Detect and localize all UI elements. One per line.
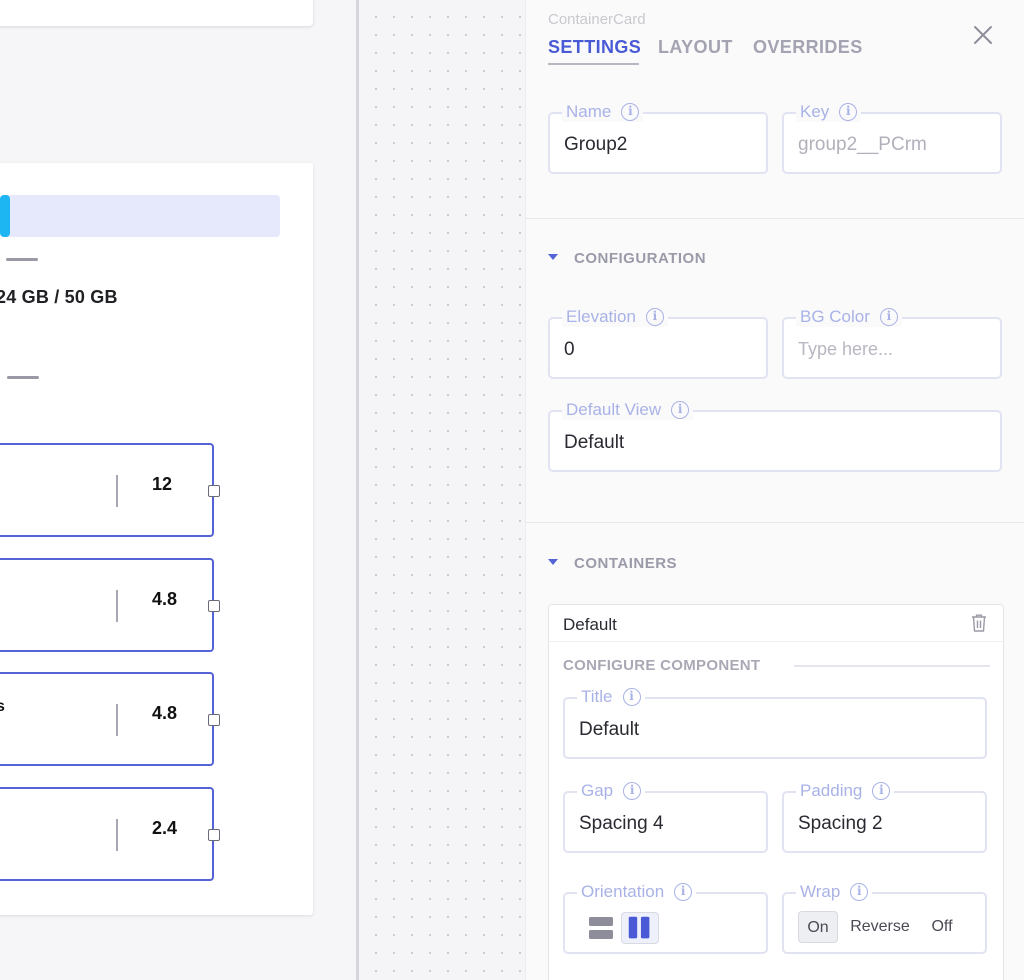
trash-icon[interactable]: [970, 613, 988, 633]
section-divider: [526, 218, 1024, 219]
placeholder-dash: [7, 376, 39, 379]
info-icon[interactable]: i: [872, 782, 891, 800]
row-divider: [116, 704, 118, 736]
resize-handle-icon[interactable]: [208, 600, 220, 612]
info-icon[interactable]: i: [879, 308, 898, 326]
default-view-field-label: Default View i: [562, 400, 694, 420]
configuration-section-header[interactable]: CONFIGURATION: [548, 250, 706, 267]
info-icon[interactable]: i: [839, 103, 858, 121]
storage-progress-bar: [0, 195, 280, 237]
row-value: 12: [152, 474, 173, 494]
wrap-field-label: Wrap i: [796, 882, 873, 902]
info-icon[interactable]: i: [622, 688, 641, 706]
container-header-divider: [549, 641, 1003, 642]
default-view-field[interactable]: Default View i Default: [548, 400, 1002, 472]
name-field-value: Group2: [564, 134, 628, 155]
container-item-title: Default: [563, 615, 617, 634]
key-field-value: group2__PCrm: [798, 134, 927, 155]
default-view-value: Default: [564, 432, 625, 453]
elevation-value: 0: [564, 339, 575, 360]
info-icon[interactable]: i: [645, 308, 664, 326]
info-icon[interactable]: i: [674, 883, 693, 901]
configure-divider: [794, 665, 990, 667]
component-name: ContainerCard: [548, 11, 646, 28]
orientation-field-label: Orientation i: [577, 882, 697, 902]
title-field[interactable]: Title i Default: [563, 687, 987, 759]
padding-field-value: Spacing 2: [798, 813, 883, 834]
container-item-card: Default CONFIGURE COMPONENT Title i Defau…: [548, 604, 1004, 980]
info-icon[interactable]: i: [621, 103, 640, 121]
preview-card-top[interactable]: [0, 0, 313, 26]
storage-progress-fill: [0, 195, 10, 237]
tab-layout[interactable]: LAYOUT: [658, 37, 733, 58]
list-row-card[interactable]: 2.4: [0, 787, 220, 881]
list-row-card[interactable]: 12: [0, 443, 220, 537]
storage-text: 24 GB / 50 GB: [0, 287, 118, 307]
wrap-option-off[interactable]: Off: [922, 911, 962, 943]
gap-field[interactable]: Gap i Spacing 4: [563, 781, 768, 853]
caret-down-icon: [548, 254, 558, 261]
row-value: 4.8: [152, 589, 178, 609]
info-icon[interactable]: i: [623, 782, 642, 800]
list-row-card[interactable]: 4.8: [0, 558, 220, 652]
padding-field[interactable]: Padding i Spacing 2: [782, 781, 987, 853]
gap-field-value: Spacing 4: [579, 813, 664, 834]
gap-field-label: Gap i: [577, 781, 646, 801]
title-field-value: Default: [579, 719, 640, 740]
info-icon[interactable]: i: [671, 401, 690, 419]
canvas-preview: 24 GB / 50 GB 12 4.8 s 4.8 2.4: [0, 0, 358, 980]
caret-down-icon: [548, 559, 558, 566]
row-divider: [116, 819, 118, 851]
bg-color-field[interactable]: BG Color i Type here...: [782, 307, 1002, 379]
section-divider: [526, 522, 1024, 523]
row-divider: [116, 590, 118, 622]
key-field[interactable]: Key i group2__PCrm: [782, 102, 1002, 174]
info-icon[interactable]: i: [850, 883, 869, 901]
key-field-label: Key i: [796, 102, 862, 122]
canvas-grid: [359, 0, 525, 980]
row-divider: [116, 475, 118, 507]
tab-overrides[interactable]: OVERRIDES: [753, 37, 863, 58]
containers-section-header[interactable]: CONTAINERS: [548, 555, 677, 572]
inspector-panel: ContainerCard SETTINGS LAYOUT OVERRIDES …: [525, 0, 1024, 980]
orientation-horizontal-icon[interactable]: [621, 912, 659, 944]
resize-handle-icon[interactable]: [208, 714, 220, 726]
name-field-label: Name i: [562, 102, 644, 122]
tab-underline: [548, 63, 639, 65]
elevation-field-label: Elevation i: [562, 307, 668, 327]
resize-handle-icon[interactable]: [208, 485, 220, 497]
padding-field-label: Padding i: [796, 781, 895, 801]
tab-settings[interactable]: SETTINGS: [548, 37, 641, 58]
orientation-vertical-icon[interactable]: [583, 912, 621, 944]
close-icon[interactable]: [972, 24, 994, 46]
bg-color-placeholder: Type here...: [798, 339, 894, 359]
title-field-label: Title i: [577, 687, 645, 707]
wrap-option-reverse[interactable]: Reverse: [844, 911, 916, 943]
configure-component-label: CONFIGURE COMPONENT: [563, 657, 761, 674]
list-row-card[interactable]: s 4.8: [0, 672, 220, 766]
name-field[interactable]: Name i Group2: [548, 102, 768, 174]
row-label: s: [0, 698, 5, 715]
bg-color-field-label: BG Color i: [796, 307, 902, 327]
wrap-option-on[interactable]: On: [798, 911, 838, 943]
wrap-field: Wrap i On Reverse Off: [782, 882, 987, 954]
row-value: 2.4: [152, 818, 178, 838]
resize-handle-icon[interactable]: [208, 829, 220, 841]
row-value: 4.8: [152, 703, 178, 723]
orientation-field: Orientation i: [563, 882, 768, 954]
placeholder-dash: [6, 258, 38, 261]
elevation-field[interactable]: Elevation i 0: [548, 307, 768, 379]
